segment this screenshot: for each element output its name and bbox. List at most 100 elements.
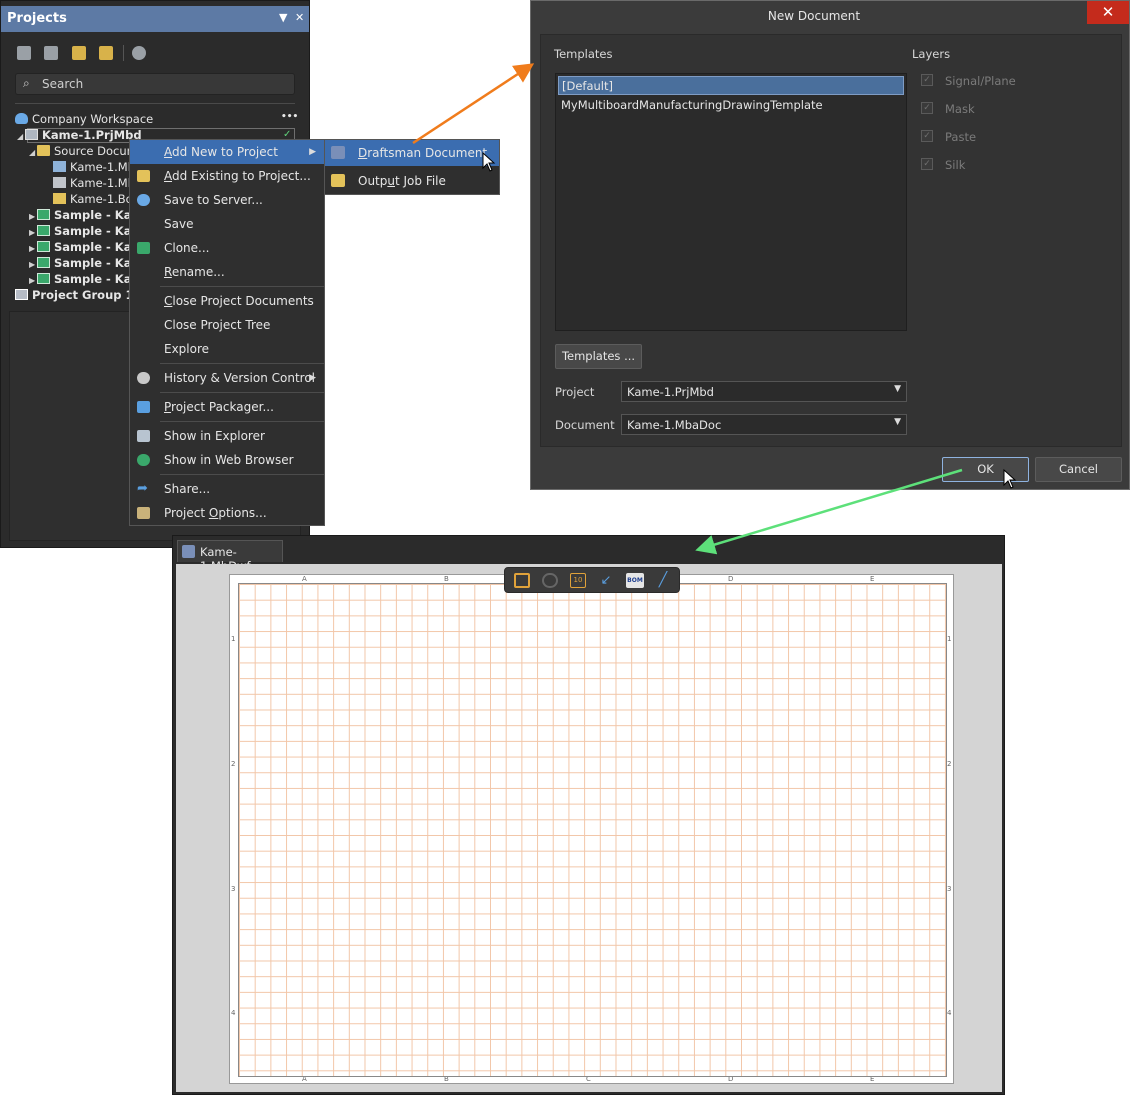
menu-item-label: History & Version Control [164,371,315,385]
drawing-sheet[interactable]: A B C D E A B C D E 1 2 3 4 1 2 3 4 [229,574,954,1084]
globe-icon [137,454,150,466]
menu-item-label: Save to Server... [164,193,263,207]
menu-separator [160,392,324,393]
panel-toolbar [1,39,309,67]
save-all-icon[interactable] [44,46,58,60]
menu-item-label: Close Project Documents [164,294,314,308]
toolbar-separator [123,45,124,61]
menu-item-add-existing[interactable]: Add Existing to Project... [130,164,324,188]
orange-arrow [412,63,535,145]
board-assembly-view-icon[interactable] [514,573,530,588]
menu-item-explore[interactable]: Explore [130,337,324,361]
share-icon: ➦ [137,481,148,496]
menu-item-close-project-documents[interactable]: Close Project Documents [130,289,324,313]
zone-label-left: 3 [231,885,236,893]
submenu-arrow-icon: ▶ [309,147,316,157]
tree-item-source-folder[interactable]: ◢ Source Docum [29,143,138,159]
menu-item-share[interactable]: ➦ Share... [130,477,324,501]
menu-item-save[interactable]: Save [130,212,324,236]
document-window: Kame-1.MbDwf A B C D E A B C D E 1 2 3 4… [172,535,1005,1095]
submenu-arrow-icon: ▶ [309,373,316,383]
document-tab[interactable]: Kame-1.MbDwf [177,540,283,573]
projects-title-bar: Projects ▼ ✕ [1,6,309,32]
project-options-icon [137,507,150,519]
checkbox-disabled: ✓ [921,158,933,170]
tree-item-workspace[interactable]: Company Workspace [15,111,153,127]
templates-list[interactable]: [Default] MyMultiboardManufacturingDrawi… [555,73,907,331]
tree-item-file[interactable]: Kame-1.Mbs [53,159,141,175]
detail-view-icon[interactable] [542,573,558,588]
search-input[interactable]: ⌕ Search [15,73,295,95]
workspace-more-icon[interactable]: ••• [281,112,298,122]
close-panel-icon[interactable]: ✕ [295,11,304,24]
menu-item-label: Share... [164,482,211,496]
menu-item-add-new-to-project[interactable]: Add New to Project ▶ [130,140,324,164]
dialog-title: New Document [767,9,861,23]
workspace-label: Company Workspace [32,112,154,126]
close-icon[interactable]: ✕ [1087,1,1129,24]
menu-item-save-to-server[interactable]: Save to Server... [130,188,324,212]
collapse-triangle-icon[interactable]: ◢ [17,129,25,145]
menu-item-project-packager[interactable]: Project Packager... [130,395,324,419]
menu-item-history-version-control[interactable]: History & Version Control ▶ [130,366,324,390]
project-select[interactable]: Kame-1.PrjMbd ▼ [621,381,907,402]
cancel-button[interactable]: Cancel [1035,457,1122,482]
sheet-grid[interactable] [238,583,947,1077]
tree-item-sample[interactable]: ▶ Sample - Kam [29,223,143,239]
line-tool-icon[interactable]: ╱ [655,573,671,588]
search-divider [15,103,295,104]
document-label: Document [555,418,615,432]
menu-item-clone[interactable]: Clone... [130,236,324,260]
menu-item-close-project-tree[interactable]: Close Project Tree [130,313,324,337]
active-bar-toolbar: 10 ↙ BOM ╱ [504,567,680,593]
settings-icon[interactable] [132,46,146,60]
collapse-triangle-icon[interactable]: ◢ [29,145,37,161]
zone-label-right: 2 [947,760,952,768]
template-item-multiboard[interactable]: MyMultiboardManufacturingDrawingTemplate [558,96,904,115]
document-canvas[interactable]: A B C D E A B C D E 1 2 3 4 1 2 3 4 10 [176,564,1002,1092]
dimension-icon[interactable]: 10 [570,573,586,588]
leader-icon[interactable]: ↙ [598,573,614,588]
clock-icon [137,372,150,384]
source-folder-label: Source Docum [54,144,138,158]
project-label: Project [555,385,595,399]
tree-item-sample[interactable]: ▶ Sample - Kam [29,239,143,255]
menu-item-rename[interactable]: Rename... [130,260,324,284]
tree-item-project[interactable]: ◢ Kame-1.PrjMbd [17,127,142,143]
zone-label-top: E [870,575,875,583]
pin-dropdown-icon[interactable]: ▼ [279,11,287,24]
open-folder-icon[interactable] [72,46,86,60]
menu-item-draftsman-document[interactable]: Draftsman Document [325,140,499,166]
clone-icon [137,242,150,254]
ok-button[interactable]: OK [942,457,1029,482]
menu-item-show-in-web-browser[interactable]: Show in Web Browser [130,448,324,472]
tree-item-sample[interactable]: ▶ Sample - Kam [29,207,143,223]
menu-item-label: Show in Web Browser [164,453,294,467]
tree-item-sample[interactable]: ▶ Sample - Kam [29,255,143,271]
folder-icon [37,145,50,156]
layer-label: Signal/Plane [945,74,1016,88]
zone-label-right: 1 [947,635,952,643]
menu-item-label: Show in Explorer [164,429,265,443]
context-menu: Add New to Project ▶ Add Existing to Pro… [129,139,325,526]
search-placeholder: Search [42,77,84,91]
templates-button[interactable]: Templates ... [555,344,642,369]
save-to-server-icon [137,194,150,206]
sample-project-icon [37,273,50,284]
checkbox-disabled: ✓ [921,102,933,114]
save-icon[interactable] [17,46,31,60]
templates-label: Templates [554,47,613,61]
menu-item-label: Rename... [164,265,225,279]
menu-separator [160,363,324,364]
dialog-title-bar: New Document ✕ [531,1,1129,31]
zone-label-left: 2 [231,760,236,768]
bom-table-icon[interactable]: BOM [626,573,644,588]
menu-item-output-job-file[interactable]: Output Job File [325,168,499,194]
template-item-default[interactable]: [Default] [558,76,904,95]
menu-item-project-options[interactable]: Project Options... [130,501,324,525]
menu-item-show-in-explorer[interactable]: Show in Explorer [130,424,324,448]
close-folder-icon[interactable] [99,46,113,60]
tree-item-sample[interactable]: ▶ Sample - Kam [29,271,143,287]
cloud-icon [15,113,28,124]
document-select[interactable]: Kame-1.MbaDoc ▼ [621,414,907,435]
